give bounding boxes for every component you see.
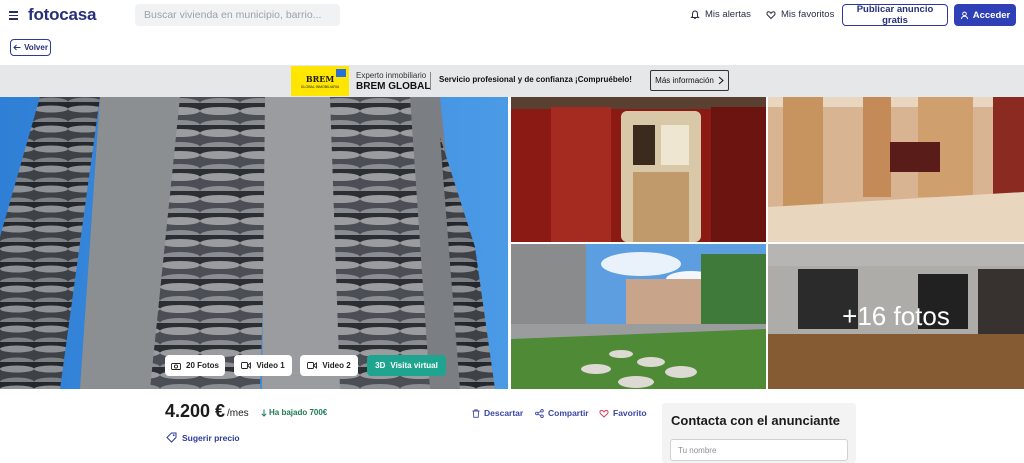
- name-input[interactable]: [670, 439, 848, 461]
- back-button[interactable]: Volver: [10, 39, 51, 56]
- virtual-tour-label: Visita virtual: [390, 361, 438, 370]
- arrow-left-icon: [13, 44, 21, 51]
- more-photos-overlay[interactable]: +16 fotos: [768, 244, 1024, 389]
- publish-ad-button[interactable]: Publicar anuncio gratis: [842, 4, 948, 26]
- virtual-tour-3d-tag: 3D: [375, 361, 386, 370]
- building-photo: [0, 97, 508, 389]
- main-photo[interactable]: 20 Fotos Video 1 Video 2 3D Visita virtu…: [0, 97, 508, 389]
- favorites-label: Mis favoritos: [781, 9, 835, 20]
- agency-banner: BREM GLOBAL INMOBILIARIA Experto inmobil…: [0, 65, 1024, 97]
- favorites-link[interactable]: Mis favoritos: [766, 9, 834, 20]
- contact-title: Contacta con el anunciante: [671, 413, 841, 428]
- video1-label: Video 1: [256, 361, 285, 370]
- agency-logo-text: BREM: [305, 73, 335, 84]
- video2-label: Video 2: [322, 361, 351, 370]
- top-bar: fotocasa Mis alertas Mis favoritos Publi…: [0, 0, 1024, 32]
- login-button[interactable]: Acceder: [954, 4, 1016, 26]
- favorite-label: Favorito: [613, 408, 647, 418]
- video-icon: [307, 362, 318, 369]
- price-unit: /mes: [227, 408, 249, 419]
- photos-label: 20 Fotos: [186, 361, 219, 370]
- login-label: Acceder: [972, 9, 1011, 21]
- video-icon: [241, 362, 252, 369]
- agency-subtitle: Experto inmobiliario: [356, 71, 427, 80]
- heart-icon: [599, 409, 609, 418]
- chevron-right-icon: [718, 76, 724, 85]
- favorite-button[interactable]: Favorito: [599, 408, 647, 418]
- banner-divider: [430, 72, 431, 90]
- camera-icon: [171, 362, 181, 370]
- agency-logo-subtext: GLOBAL INMOBILIARIA: [300, 84, 340, 89]
- alerts-label: Mis alertas: [705, 9, 751, 20]
- agency-name: BREM GLOBAL: [356, 81, 431, 92]
- discard-label: Descartar: [484, 408, 524, 418]
- more-info-label: Más información: [655, 76, 714, 85]
- user-icon: [960, 11, 968, 19]
- arrow-down-icon: [261, 409, 267, 417]
- back-label: Volver: [24, 43, 48, 52]
- discard-button[interactable]: Descartar: [472, 408, 523, 418]
- photo-gallery: 20 Fotos Video 1 Video 2 3D Visita virtu…: [0, 97, 1024, 389]
- photo-thumbnail[interactable]: [768, 97, 1024, 242]
- fotocasa-logo[interactable]: fotocasa: [28, 5, 97, 25]
- contact-panel: Contacta con el anunciante: [662, 403, 856, 463]
- photos-button[interactable]: 20 Fotos: [165, 355, 225, 376]
- share-icon: [535, 408, 544, 418]
- price-drop-badge: Ha bajado 700€: [261, 408, 327, 417]
- alerts-link[interactable]: Mis alertas: [690, 9, 751, 20]
- suggest-price-label: Sugerir precio: [182, 432, 240, 443]
- lobby-photo: [768, 97, 1024, 242]
- logo-badge-icon: [336, 69, 346, 77]
- trash-icon: [472, 408, 480, 418]
- heart-icon: [766, 10, 776, 19]
- price-drop-label: Ha bajado 700€: [269, 408, 328, 417]
- photo-thumbnail[interactable]: +16 fotos: [768, 244, 1024, 389]
- search-input[interactable]: [135, 4, 340, 26]
- more-info-button[interactable]: Más información: [650, 70, 729, 91]
- agency-logo[interactable]: BREM GLOBAL INMOBILIARIA: [291, 66, 349, 96]
- video1-button[interactable]: Video 1: [234, 355, 292, 376]
- tag-icon: [166, 432, 177, 443]
- elevator-photo: [511, 97, 766, 242]
- listing-price: 4.200 €: [165, 401, 226, 421]
- share-label: Compartir: [548, 408, 589, 418]
- garden-photo: [511, 244, 766, 389]
- virtual-tour-button[interactable]: 3D Visita virtual: [367, 355, 446, 376]
- suggest-price-button[interactable]: Sugerir precio: [166, 432, 240, 443]
- video2-button[interactable]: Video 2: [300, 355, 358, 376]
- menu-icon[interactable]: [9, 11, 18, 20]
- photo-thumbnail[interactable]: [511, 97, 766, 242]
- share-button[interactable]: Compartir: [535, 408, 589, 418]
- photo-thumbnail[interactable]: [511, 244, 766, 389]
- bell-icon: [690, 9, 700, 19]
- agency-slogan: Servicio profesional y de confianza ¡Com…: [439, 75, 632, 84]
